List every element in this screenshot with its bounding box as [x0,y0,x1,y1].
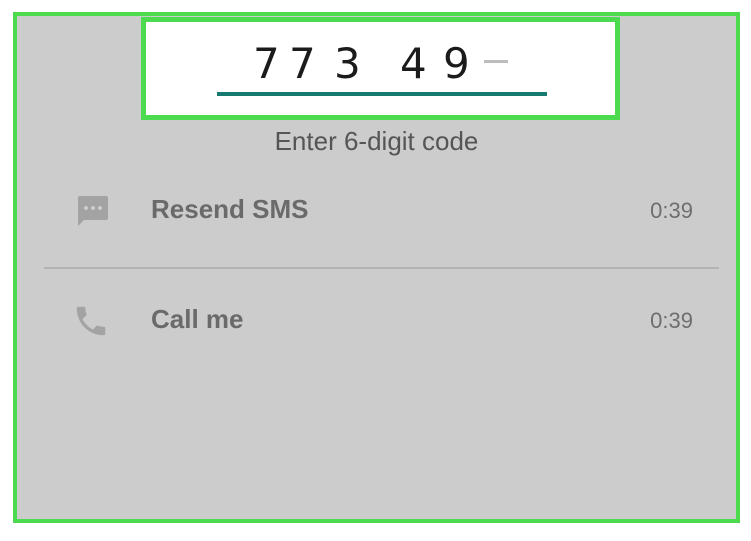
resend-sms-option[interactable]: Resend SMS 0:39 [60,180,700,240]
call-me-label: Call me [151,304,244,334]
divider [44,267,719,269]
call-me-option[interactable]: Call me 0:39 [60,290,700,350]
code-digit: 3 [334,39,361,88]
code-input-highlight[interactable]: 7 7 3 4 9 [141,17,620,120]
call-me-timer: 0:39 [650,308,693,333]
code-digit: 4 [400,39,427,88]
code-digit: 7 [289,39,316,88]
code-prompt: Enter 6-digit code [274,126,479,156]
empty-digit-placeholder [484,60,508,63]
code-input-underline [217,92,547,96]
code-input-field[interactable]: 7 7 3 4 9 [146,22,615,115]
sms-icon [72,192,110,230]
resend-sms-label: Resend SMS [151,194,309,224]
resend-sms-timer: 0:39 [650,198,693,223]
code-digit: 9 [443,39,470,88]
phone-icon [72,302,110,340]
code-digit: 7 [253,39,280,88]
